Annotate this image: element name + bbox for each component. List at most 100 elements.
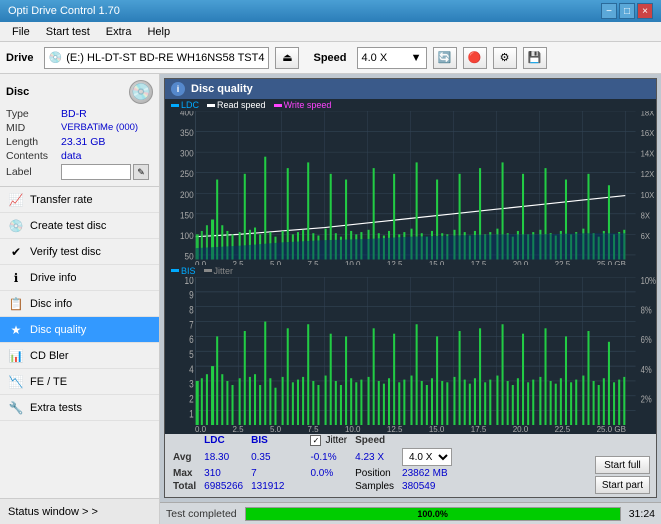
avg-bis: 0.35 xyxy=(251,448,290,466)
status-window-label: Status window > > xyxy=(8,506,98,518)
length-value: 23.31 GB xyxy=(61,136,105,148)
fe-te-label: FE / TE xyxy=(30,376,67,388)
verify-test-disc-label: Verify test disc xyxy=(30,246,101,258)
drive-selector[interactable]: 💿 (E:) HL-DT-ST BD-RE WH16NS58 TST4 xyxy=(44,47,270,69)
status-window-button[interactable]: Status window > > xyxy=(0,498,159,524)
menu-extra[interactable]: Extra xyxy=(98,25,140,39)
max-bis: 7 xyxy=(251,468,290,479)
disc-info-label: Disc info xyxy=(30,298,72,310)
menu-file[interactable]: File xyxy=(4,25,38,39)
sidebar-item-verify-test-disc[interactable]: ✔ Verify test disc xyxy=(0,239,159,265)
position-value: 23862 MB xyxy=(402,468,458,479)
drive-info-icon: ℹ xyxy=(8,270,24,286)
speed-select[interactable]: 4.0 X 2.0 X 8.0 X xyxy=(402,448,452,466)
bottom-chart: BIS Jitter xyxy=(165,265,656,430)
speed-value: 4.0 X xyxy=(362,52,388,64)
minimize-button[interactable]: − xyxy=(601,3,617,19)
drive-info-label: Drive info xyxy=(30,272,76,284)
action-buttons: Start full Start part xyxy=(595,456,650,494)
bx-label-0: 0.0 xyxy=(195,425,206,434)
samples-value: 380549 xyxy=(402,481,458,492)
create-test-disc-icon: 💿 xyxy=(8,218,24,234)
disc-section-title: Disc xyxy=(6,86,29,98)
jitter-legend-dot xyxy=(204,269,212,272)
svg-text:150: 150 xyxy=(180,210,194,221)
stats-row: LDC BIS ✓ Jitter Speed xyxy=(165,429,656,497)
menu-help[interactable]: Help xyxy=(139,25,178,39)
svg-text:100: 100 xyxy=(180,231,194,242)
close-button[interactable]: × xyxy=(637,3,653,19)
create-test-disc-label: Create test disc xyxy=(30,220,106,232)
svg-text:200: 200 xyxy=(180,189,194,200)
panel-header-icon: i xyxy=(171,82,185,96)
max-jitter: 0.0% xyxy=(310,468,353,479)
start-full-button[interactable]: Start full xyxy=(595,456,650,474)
speed-selector[interactable]: 4.0 X ▼ xyxy=(357,47,427,69)
sidebar-item-disc-info[interactable]: 📋 Disc info xyxy=(0,291,159,317)
menu-bar: File Start test Extra Help xyxy=(0,22,661,42)
save-button[interactable]: 💾 xyxy=(523,47,547,69)
drive-icon: 💿 xyxy=(49,51,63,64)
label-edit-button[interactable]: ✎ xyxy=(133,164,149,180)
svg-text:2: 2 xyxy=(189,393,194,405)
bx-label-10: 10.0 xyxy=(345,425,361,434)
eject-button[interactable]: ⏏ xyxy=(275,47,299,69)
svg-text:3: 3 xyxy=(189,378,194,390)
progress-bar: 100.0% xyxy=(245,507,621,521)
title-bar: Opti Drive Control 1.70 − □ × xyxy=(0,0,661,22)
svg-text:2%: 2% xyxy=(641,393,652,404)
svg-text:8: 8 xyxy=(189,304,194,316)
total-label: Total xyxy=(173,481,202,492)
svg-text:10X: 10X xyxy=(641,190,655,199)
maximize-button[interactable]: □ xyxy=(619,3,635,19)
avg-speed: 4.23 X xyxy=(355,448,400,466)
jitter-check-label: Jitter xyxy=(325,435,347,446)
svg-text:1: 1 xyxy=(189,408,194,420)
svg-text:8%: 8% xyxy=(641,304,652,315)
status-bar: Test completed 100.0% 31:24 xyxy=(160,502,661,524)
burn-button[interactable]: 🔴 xyxy=(463,47,487,69)
sidebar-item-drive-info[interactable]: ℹ Drive info xyxy=(0,265,159,291)
drive-label: Drive xyxy=(6,52,34,64)
write-speed-legend-label: Write speed xyxy=(284,100,332,110)
nav-items: 📈 Transfer rate 💿 Create test disc ✔ Ver… xyxy=(0,187,159,498)
sidebar: Disc 💿 Type BD-R MID VERBATiMe (000) Len… xyxy=(0,74,160,524)
panel-header: i Disc quality xyxy=(165,79,656,99)
bx-label-25: 25.0 GB xyxy=(597,425,626,434)
svg-text:18X: 18X xyxy=(641,111,655,118)
start-part-button[interactable]: Start part xyxy=(595,476,650,494)
contents-value: data xyxy=(61,150,81,162)
bx-label-22-5: 22.5 xyxy=(555,425,571,434)
disc-icon: 💿 xyxy=(129,80,153,104)
settings-button[interactable]: ⚙ xyxy=(493,47,517,69)
sidebar-item-cd-bler[interactable]: 📊 CD Bler xyxy=(0,343,159,369)
svg-text:16X: 16X xyxy=(641,129,655,138)
bx-label-20: 20.0 xyxy=(513,425,529,434)
refresh-button[interactable]: 🔄 xyxy=(433,47,457,69)
svg-text:5: 5 xyxy=(189,348,194,360)
position-label: Position xyxy=(355,468,391,479)
write-speed-legend-dot xyxy=(274,104,282,107)
svg-text:8X: 8X xyxy=(641,211,651,220)
panel-title: Disc quality xyxy=(191,83,253,95)
drive-name: (E:) HL-DT-ST BD-RE WH16NS58 TST4 xyxy=(66,52,264,64)
speed-col-label: Speed xyxy=(355,435,385,446)
speed-dropdown-icon: ▼ xyxy=(411,52,422,64)
sidebar-item-extra-tests[interactable]: 🔧 Extra tests xyxy=(0,395,159,421)
disc-info-icon: 📋 xyxy=(8,296,24,312)
svg-text:14X: 14X xyxy=(641,149,655,158)
disc-quality-label: Disc quality xyxy=(30,324,86,336)
sidebar-item-transfer-rate[interactable]: 📈 Transfer rate xyxy=(0,187,159,213)
sidebar-item-disc-quality[interactable]: ★ Disc quality xyxy=(0,317,159,343)
sidebar-item-fe-te[interactable]: 📉 FE / TE xyxy=(0,369,159,395)
jitter-checkbox[interactable]: ✓ xyxy=(310,435,321,446)
bx-label-17-5: 17.5 xyxy=(471,425,487,434)
svg-text:6X: 6X xyxy=(641,232,651,241)
sidebar-item-create-test-disc[interactable]: 💿 Create test disc xyxy=(0,213,159,239)
toolbar: Drive 💿 (E:) HL-DT-ST BD-RE WH16NS58 TST… xyxy=(0,42,661,74)
label-input[interactable] xyxy=(61,164,131,180)
status-text: Test completed xyxy=(166,508,237,520)
menu-start-test[interactable]: Start test xyxy=(38,25,98,39)
samples-label: Samples xyxy=(355,481,394,492)
bis-legend-label: BIS xyxy=(181,266,196,276)
